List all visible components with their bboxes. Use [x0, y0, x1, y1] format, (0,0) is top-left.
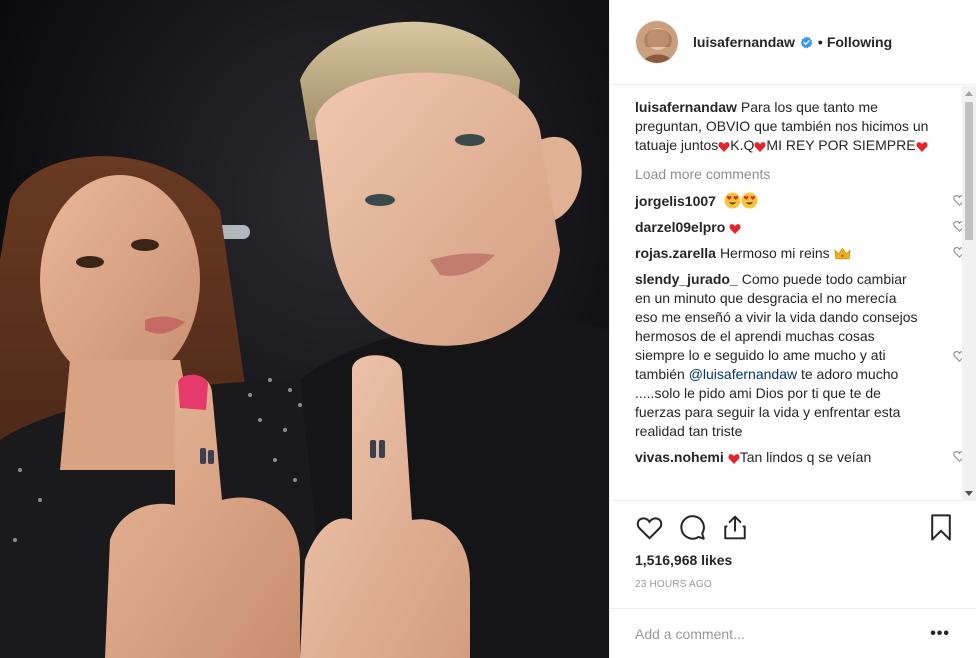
bookmark-icon[interactable] — [927, 513, 955, 541]
like-heart-icon[interactable] — [635, 513, 663, 541]
scrollbar-thumb[interactable] — [965, 102, 973, 240]
header-separator: • — [817, 34, 823, 50]
post-photo[interactable] — [0, 0, 609, 658]
comment-mention-link[interactable]: @luisafernandaw — [689, 366, 797, 382]
scroll-down-arrow-icon[interactable] — [962, 486, 976, 500]
caption-text-3: MI REY POR SIEMPRE — [766, 137, 916, 153]
comment-username[interactable]: rojas.zarella — [635, 245, 716, 261]
post-actions: 1,516,968 likes 23 HOURS AGO ••• — [610, 500, 976, 658]
likes-count[interactable]: 1,516,968 likes — [635, 552, 732, 568]
post-header: luisafernandaw • Following — [610, 0, 976, 85]
comment-username[interactable]: vivas.nohemi — [635, 449, 724, 465]
heart-eyes-emoji-icon — [741, 192, 758, 209]
share-icon[interactable] — [721, 513, 749, 541]
red-heart-emoji-icon — [728, 454, 740, 464]
red-heart-emoji-icon — [729, 224, 741, 234]
red-heart-emoji-icon — [916, 142, 928, 152]
caption-username[interactable]: luisafernandaw — [635, 99, 737, 115]
scroll-up-arrow-icon[interactable] — [962, 86, 976, 100]
comment-item: darzel09elpro — [635, 218, 966, 237]
more-options-button[interactable]: ••• — [930, 625, 950, 643]
verified-badge-icon — [800, 35, 813, 48]
comment-username[interactable]: darzel09elpro — [635, 219, 725, 235]
comment-item: rojas.zarella Hermoso mi reins — [635, 244, 966, 263]
comment-item: jorgelis1007 — [635, 192, 966, 211]
comments-list[interactable]: luisafernandaw Para los que tanto me preg… — [610, 86, 976, 500]
post-timestamp[interactable]: 23 HOURS AGO — [635, 579, 712, 590]
comment-text: Hermoso mi reins — [719, 245, 830, 261]
avatar[interactable] — [635, 20, 679, 64]
comments-scrollbar[interactable] — [962, 86, 976, 500]
comment-item: vivas.nohemi Tan lindos q se veían — [635, 448, 966, 467]
add-comment-input[interactable] — [635, 623, 895, 645]
comment-bubble-icon[interactable] — [678, 513, 706, 541]
avatar-image — [636, 21, 678, 63]
comment-username[interactable]: jorgelis1007 — [635, 193, 716, 209]
post-caption: luisafernandaw Para los que tanto me preg… — [635, 98, 941, 155]
crown-emoji-icon — [833, 247, 851, 260]
heart-eyes-emoji-icon — [724, 192, 741, 209]
load-more-comments-button[interactable]: Load more comments — [635, 165, 941, 184]
following-button[interactable]: Following — [827, 34, 892, 50]
post-panel: luisafernandaw • Following luisafernanda… — [609, 0, 976, 658]
red-heart-emoji-icon — [718, 142, 730, 152]
photo-illustration — [0, 0, 609, 658]
caption-text-2: K.Q — [730, 137, 755, 153]
comment-username[interactable]: slendy_jurado_ — [635, 271, 738, 287]
header-username[interactable]: luisafernandaw — [693, 34, 795, 50]
red-heart-emoji-icon — [754, 142, 766, 152]
comment-item: slendy_jurado_ Como puede todo cambiar en… — [635, 270, 966, 441]
comment-text: Tan lindos q se veían — [739, 449, 872, 465]
add-comment-bar: ••• — [610, 608, 976, 658]
action-icons — [635, 513, 749, 541]
